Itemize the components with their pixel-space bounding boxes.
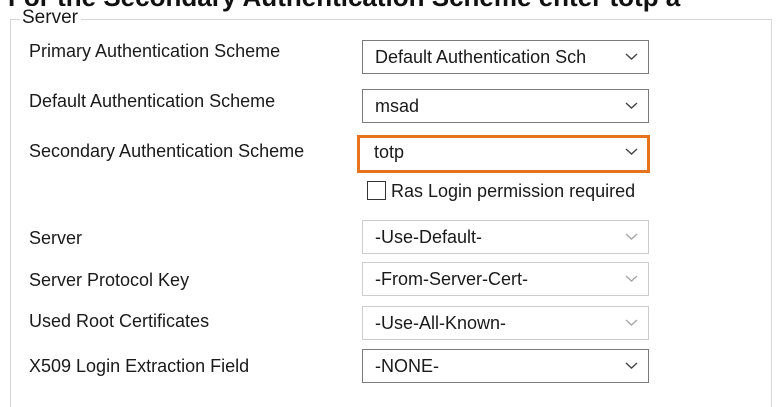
secondary-auth-value: totp <box>374 142 405 162</box>
default-auth-dropdown[interactable]: msad <box>362 89 649 123</box>
used-root-certificates-label: Used Root Certificates <box>29 311 210 331</box>
server-protocol-key-label: Server Protocol Key <box>29 270 190 290</box>
server-settings-panel: For the Secondary Authentication Scheme … <box>0 0 781 407</box>
primary-auth-label: Primary Authentication Scheme <box>29 41 281 61</box>
chevron-down-icon <box>625 101 638 110</box>
chevron-down-icon <box>625 361 638 370</box>
server-dropdown: -Use-Default- <box>362 220 649 254</box>
server-protocol-key-dropdown: -From-Server-Cert- <box>362 262 649 296</box>
server-value: -Use-Default- <box>375 227 483 247</box>
x509-extraction-label: X509 Login Extraction Field <box>29 356 250 376</box>
checkbox-icon[interactable] <box>367 181 386 200</box>
x509-extraction-dropdown[interactable]: -NONE- <box>362 349 649 383</box>
default-auth-value: msad <box>375 96 420 116</box>
used-root-certificates-value: -Use-All-Known- <box>375 313 507 333</box>
ras-login-label[interactable]: Ras Login permission required <box>391 180 635 202</box>
chevron-down-icon <box>625 147 638 156</box>
used-root-certificates-dropdown: -Use-All-Known- <box>362 306 649 340</box>
cut-off-heading: For the Secondary Authentication Scheme … <box>8 0 680 10</box>
chevron-down-icon <box>625 274 638 283</box>
secondary-auth-label: Secondary Authentication Scheme <box>29 141 305 161</box>
server-group-title: Server <box>20 6 81 30</box>
server-label: Server <box>29 228 83 248</box>
chevron-down-icon <box>625 52 638 61</box>
chevron-down-icon <box>625 232 638 241</box>
primary-auth-value: Default Authentication Sch <box>375 47 587 67</box>
chevron-down-icon <box>625 318 638 327</box>
primary-auth-dropdown[interactable]: Default Authentication Sch <box>362 40 649 74</box>
server-protocol-key-value: -From-Server-Cert- <box>375 269 528 289</box>
secondary-auth-dropdown[interactable]: totp <box>357 135 650 173</box>
default-auth-label: Default Authentication Scheme <box>29 91 276 111</box>
x509-extraction-value: -NONE- <box>375 356 439 376</box>
